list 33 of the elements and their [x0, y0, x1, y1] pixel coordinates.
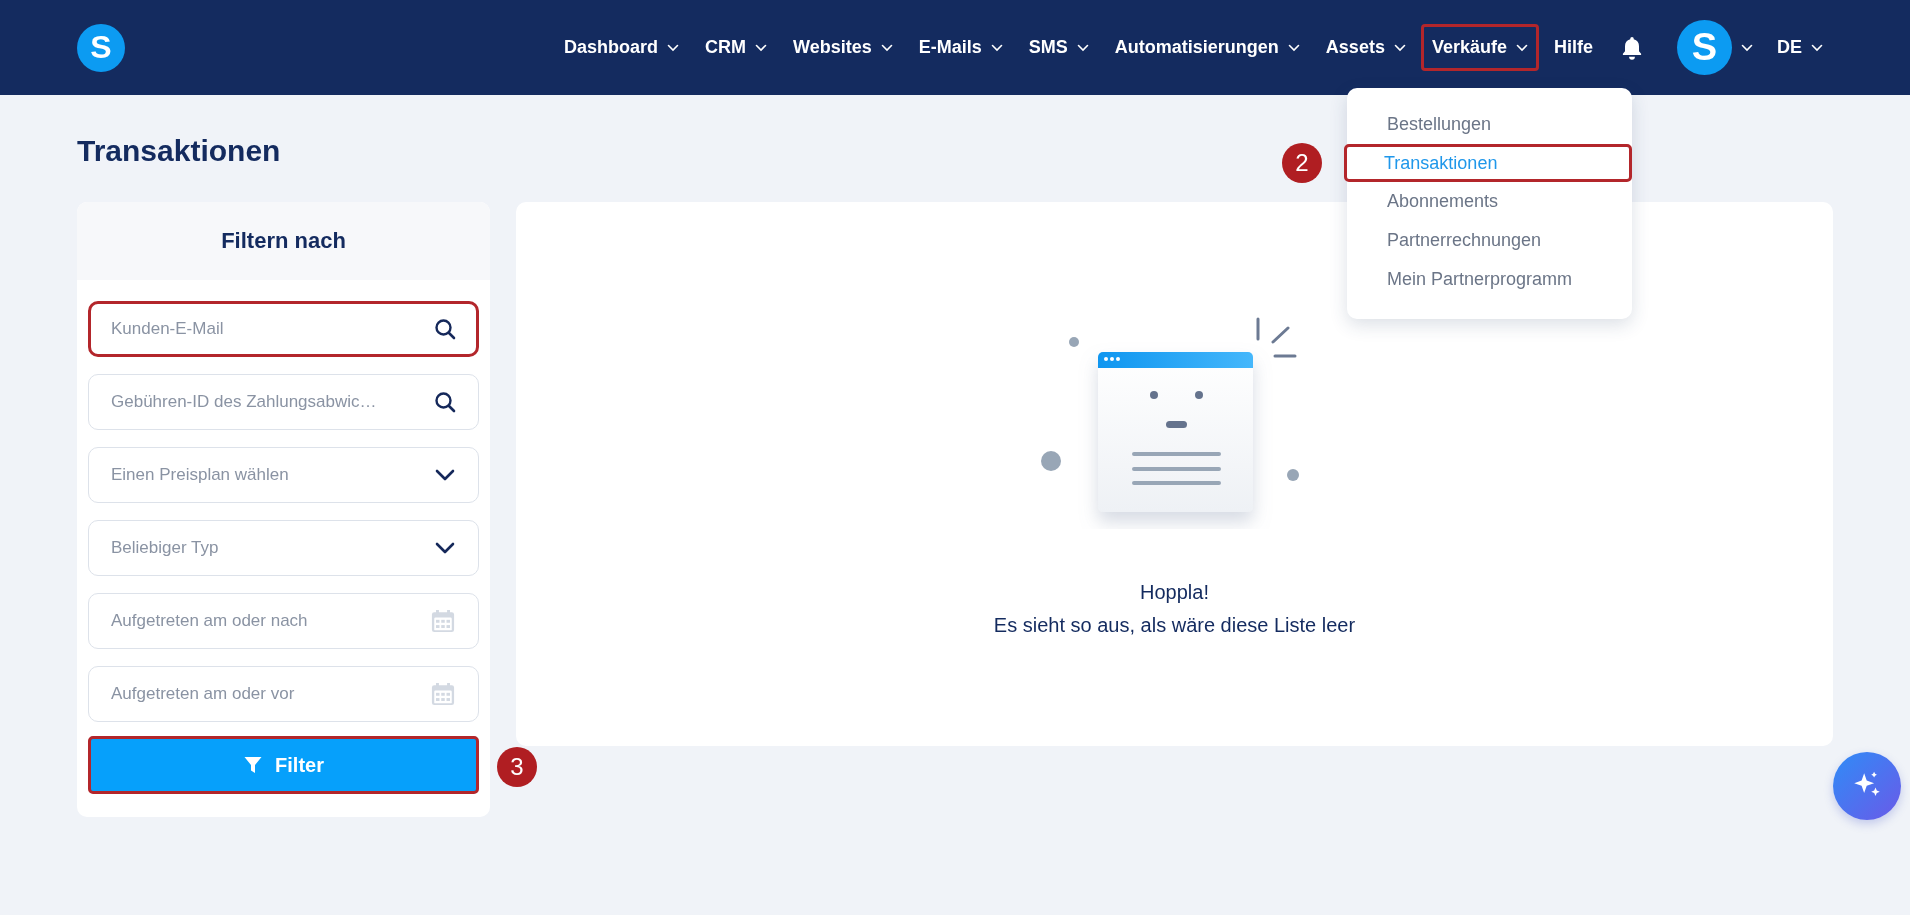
nav-menu-item[interactable]: Automatisierungen [1103, 24, 1311, 71]
nav-menu-item[interactable]: CRM [694, 24, 779, 71]
calendar-icon [429, 680, 457, 708]
step-marker: 3 [497, 746, 537, 787]
date-field[interactable]: Aufgetreten am oder vor [88, 666, 479, 722]
chevron-down-icon [1741, 43, 1753, 52]
nav-menu-item[interactable]: Websites [782, 24, 904, 71]
dropdown-field[interactable]: Beliebiger Typ [88, 520, 479, 576]
dropdown-menu-item[interactable]: Partnerrechnungen [1347, 221, 1632, 260]
date-field[interactable]: Aufgetreten am oder nach [88, 593, 479, 649]
ai-assistant-button[interactable] [1833, 752, 1901, 820]
filter-panel-title: Filtern nach [221, 228, 346, 254]
nav-menu-item[interactable]: Assets [1314, 24, 1417, 71]
empty-state-title: Hoppla! [1140, 581, 1209, 604]
dropdown-menu-item[interactable]: Abonnements [1347, 182, 1632, 222]
chevron-down-icon [1811, 43, 1823, 52]
calendar-icon [429, 607, 457, 635]
search-icon [433, 390, 457, 414]
empty-state-message: Es sieht so aus, als wäre diese Liste leer [993, 614, 1356, 637]
search-icon [433, 317, 457, 341]
nav-menu-item[interactable]: E-Mails [907, 24, 1014, 71]
dropdown-menu-item[interactable]: Mein Partnerprogramm [1347, 259, 1632, 299]
nav-menu-item[interactable]: Hilfe [1542, 24, 1604, 71]
nav-menu-item[interactable]: Verkäufe [1420, 24, 1539, 71]
language-selector[interactable]: DE [1766, 24, 1834, 71]
funnel-icon [243, 755, 264, 775]
nav-menu-item[interactable]: Dashboard [553, 24, 691, 71]
dropdown-field[interactable]: Einen Preisplan wählen [88, 447, 479, 503]
dropdown-menu-item[interactable]: Bestellungen [1347, 105, 1632, 144]
step-marker: 2 [1282, 143, 1322, 184]
nav-menu-item[interactable]: SMS [1017, 24, 1100, 71]
page-title: Transaktionen [77, 133, 281, 169]
search-field[interactable]: Kunden-E-Mail [88, 301, 479, 357]
